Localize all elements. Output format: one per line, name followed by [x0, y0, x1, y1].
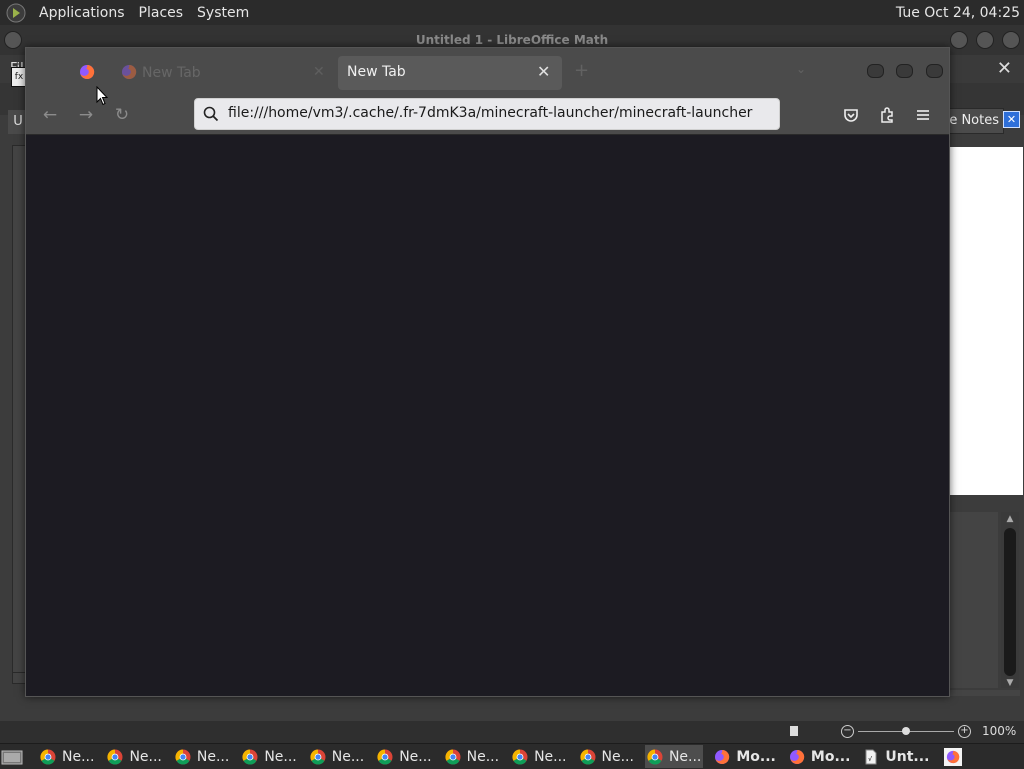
taskbar-item-label: Ne...: [62, 748, 95, 765]
places-menu[interactable]: Places: [139, 5, 184, 21]
taskbar-item-chrome[interactable]: Ne...: [38, 745, 96, 768]
taskbar-item-label: Ne...: [601, 748, 634, 765]
applications-menu[interactable]: Applications: [39, 5, 125, 21]
extensions-icon[interactable]: [877, 105, 897, 125]
maximize-button[interactable]: [896, 64, 913, 78]
taskbar-item-label: Ne...: [668, 748, 702, 765]
taskbar-firefox-focused-icon[interactable]: [944, 747, 963, 766]
taskbar-item-chrome[interactable]: Ne...: [644, 745, 704, 768]
scroll-down-icon[interactable]: ▼: [1004, 678, 1016, 688]
url-bar[interactable]: file:///home/vm3/.cache/.fr-7dmK3a/minec…: [194, 98, 780, 130]
taskbar-item-label: Ne...: [129, 748, 162, 765]
taskbar-item-chrome[interactable]: Ne...: [173, 745, 231, 768]
taskbar-item-chrome[interactable]: Ne...: [240, 745, 298, 768]
taskbar-item-chrome[interactable]: Ne...: [105, 745, 163, 768]
firefox-icon: [715, 749, 730, 764]
task-list: Ne... Ne... Ne... Ne... Ne... Ne... Ne... Ne...…: [38, 745, 940, 768]
scrollbar-thumb[interactable]: [1004, 528, 1016, 676]
mouse-pointer-icon: [96, 86, 108, 106]
close-window-button[interactable]: [926, 64, 943, 78]
navigation-toolbar: ← → ↻ file:///home/vm3/.cache/.fr-7dmK3a…: [26, 96, 949, 135]
formula-document-page[interactable]: [948, 147, 1023, 495]
gnome-foot-icon[interactable]: [6, 3, 26, 23]
libreoffice-icon: √: [865, 749, 877, 764]
zoom-out-icon[interactable]: −: [841, 725, 854, 738]
top-panel: Applications Places System Tue Oct 24, 0…: [0, 0, 1024, 26]
taskbar-item-firefox[interactable]: Mo...: [712, 745, 778, 768]
search-icon: [203, 106, 219, 122]
firefox-icon: [122, 64, 137, 79]
taskbar-item-label: Ne...: [196, 748, 230, 765]
taskbar-item-chrome[interactable]: Ne...: [578, 745, 636, 768]
taskbar-item-libreoffice[interactable]: √ Unt...: [861, 745, 931, 768]
page-content[interactable]: [26, 135, 949, 696]
taskbar-item-label: Ne...: [399, 748, 432, 765]
notes-close-icon[interactable]: ✕: [1003, 111, 1020, 128]
chrome-icon: [512, 748, 528, 765]
close-tab-icon[interactable]: ✕: [313, 64, 325, 80]
chrome-icon: [310, 748, 326, 765]
tab-label: New Tab: [142, 65, 201, 81]
pocket-icon[interactable]: [841, 105, 861, 125]
taskbar: Ne... Ne... Ne... Ne... Ne... Ne... Ne... Ne...…: [0, 743, 1024, 769]
minimize-button[interactable]: [950, 31, 968, 49]
new-tab-button[interactable]: +: [574, 60, 589, 81]
status-bar: − + 100%: [0, 721, 1024, 743]
window-menu-button[interactable]: [4, 31, 22, 49]
taskbar-item-chrome[interactable]: Ne...: [308, 745, 366, 768]
tab-dragging-ghost[interactable]: New Tab ✕: [118, 58, 328, 88]
taskbar-item-label: Ne...: [264, 748, 297, 765]
scroll-up-icon[interactable]: ▲: [1004, 514, 1016, 524]
taskbar-item-label: Ne...: [331, 748, 365, 765]
chrome-icon: [579, 748, 595, 765]
notes-button[interactable]: e Notes: [944, 108, 1004, 134]
chrome-icon: [445, 748, 461, 765]
url-text[interactable]: file:///home/vm3/.cache/.fr-7dmK3a/minec…: [228, 105, 752, 121]
zoom-percentage[interactable]: 100%: [982, 724, 1016, 738]
firefox-window: New Tab ✕ New Tab ✕ + ⌄ ← → ↻ file:///ho…: [25, 47, 950, 697]
chrome-icon: [647, 748, 663, 765]
taskbar-item-chrome[interactable]: Ne...: [510, 745, 568, 768]
document-modified-icon: [790, 726, 798, 736]
minimize-button[interactable]: [867, 64, 884, 78]
tab-label: New Tab: [347, 64, 406, 80]
back-arrow-icon[interactable]: ←: [39, 104, 61, 126]
close-document-button[interactable]: ✕: [997, 55, 1012, 83]
taskbar-item-chrome[interactable]: Ne...: [375, 745, 433, 768]
firefox-drag-icon: [80, 64, 95, 79]
zoom-slider-knob[interactable]: [902, 727, 910, 735]
taskbar-item-label: Mo...: [736, 748, 776, 765]
chrome-icon: [107, 748, 123, 765]
close-window-button[interactable]: [1002, 31, 1020, 49]
system-menu[interactable]: System: [197, 5, 249, 21]
taskbar-item-label: Mo...: [810, 748, 851, 765]
taskbar-item-label: Ne...: [534, 748, 567, 765]
chrome-icon: [175, 748, 191, 765]
chrome-icon: [377, 748, 393, 765]
taskbar-item-label: Unt...: [885, 748, 930, 765]
taskbar-item-label: Ne...: [466, 748, 500, 765]
forward-arrow-icon[interactable]: →: [75, 104, 97, 126]
menu-icon[interactable]: [913, 105, 933, 125]
list-all-tabs-icon[interactable]: ⌄: [796, 62, 806, 76]
firefox-icon: [789, 749, 805, 764]
chrome-icon: [40, 748, 56, 765]
zoom-in-icon[interactable]: +: [958, 725, 971, 738]
clock[interactable]: Tue Oct 24, 04:25: [896, 5, 1020, 21]
close-tab-icon[interactable]: ✕: [537, 62, 550, 81]
chrome-icon: [242, 748, 258, 765]
reload-icon[interactable]: ↻: [111, 104, 133, 126]
tab-strip: New Tab ✕ New Tab ✕ + ⌄: [26, 48, 949, 96]
maximize-button[interactable]: [976, 31, 994, 49]
taskbar-item-chrome[interactable]: Ne...: [443, 745, 501, 768]
command-area[interactable]: [948, 512, 998, 688]
show-desktop-icon[interactable]: [1, 748, 23, 766]
taskbar-item-firefox[interactable]: Mo...: [787, 745, 853, 768]
tab-active[interactable]: New Tab ✕: [338, 56, 562, 90]
